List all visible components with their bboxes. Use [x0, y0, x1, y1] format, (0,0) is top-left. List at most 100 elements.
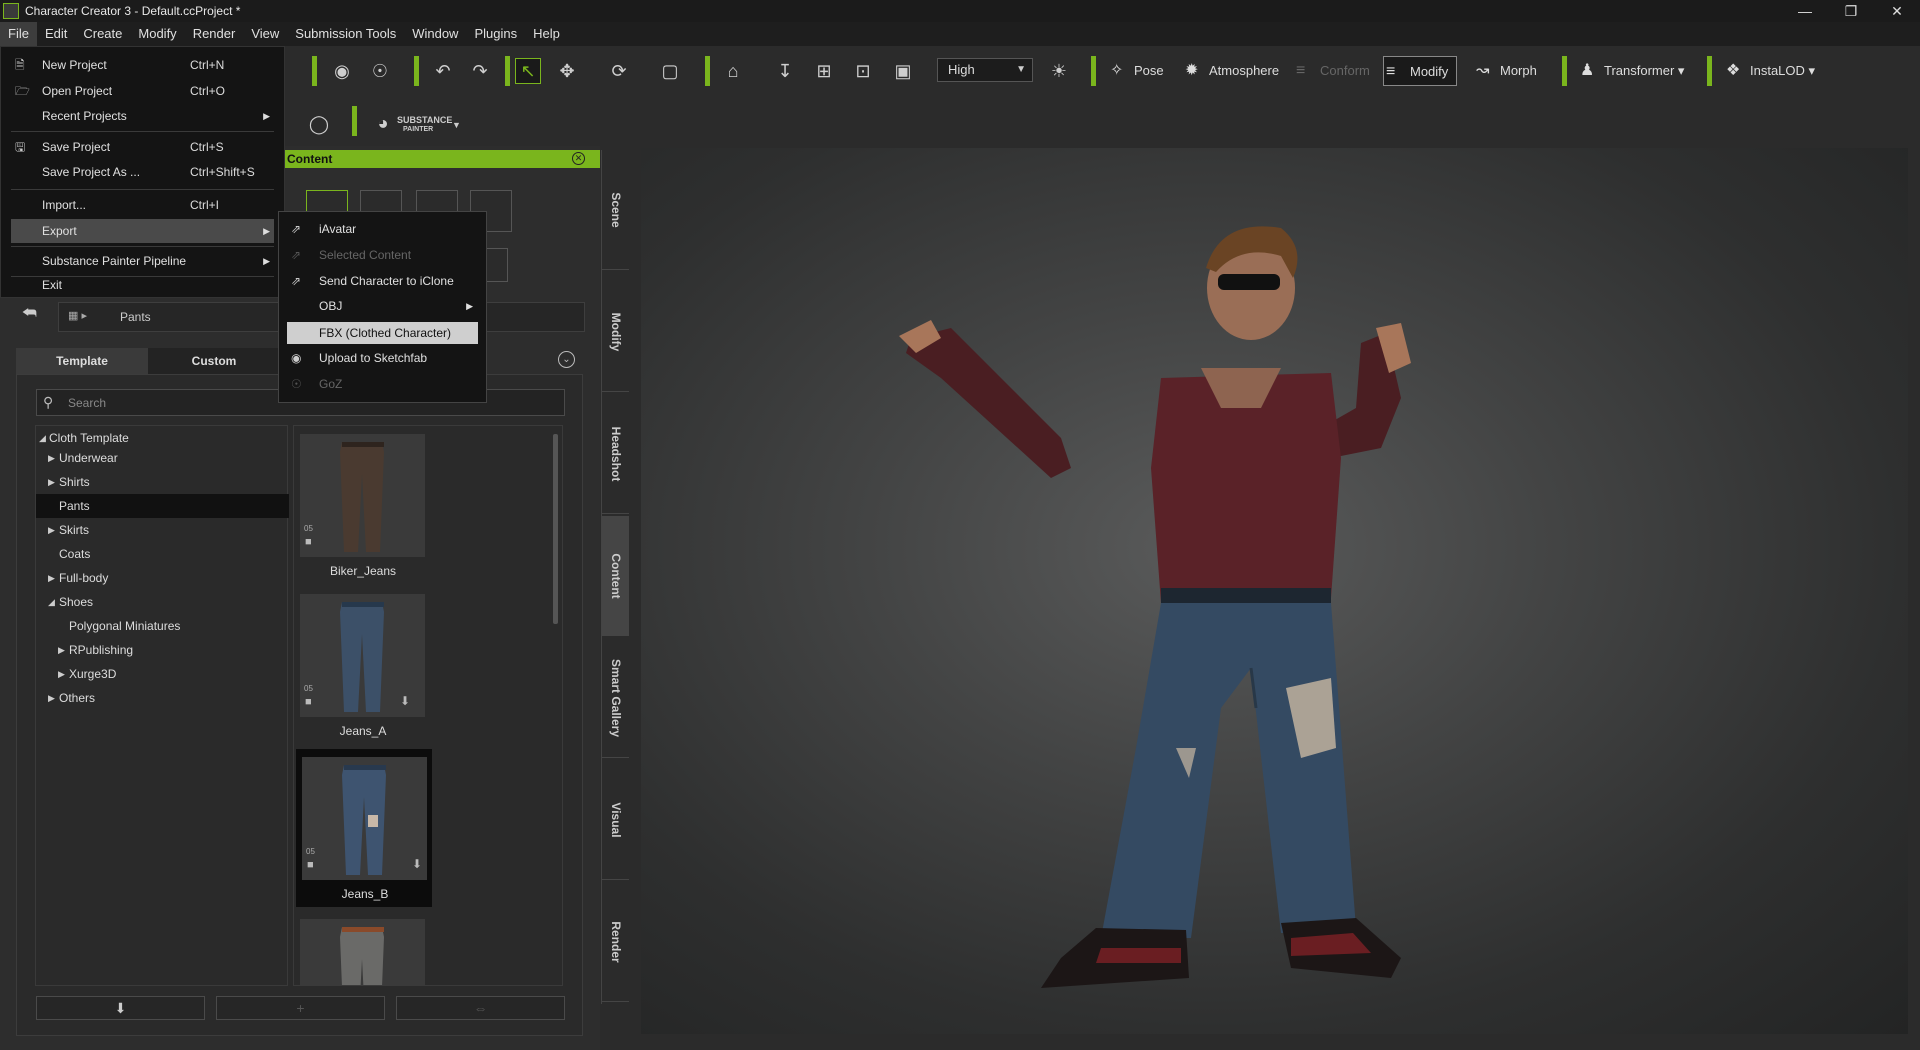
menu-send-to-iclone[interactable]: ⇗ Send Character to iClone — [287, 270, 478, 292]
scale-icon[interactable]: ▢ — [657, 58, 683, 84]
tree-item-shirts[interactable]: ▶ Shirts — [36, 470, 289, 494]
menu-fbx-clothed-character[interactable]: FBX (Clothed Character) — [287, 322, 478, 344]
menu-window[interactable]: Window — [404, 22, 466, 46]
tree-item-full-body[interactable]: ▶ Full-body — [36, 566, 289, 590]
menu-obj[interactable]: OBJ ▶ — [287, 295, 478, 317]
morph-button[interactable]: ↝ Morph — [1474, 56, 1537, 86]
minimize-button[interactable]: — — [1782, 0, 1828, 22]
tab-template[interactable]: Template — [16, 348, 148, 374]
submenu-arrow-icon: ▶ — [263, 111, 270, 121]
menu-separator — [11, 189, 274, 190]
menu-new-project[interactable]: 🗎 New Project Ctrl+N — [1, 53, 284, 77]
menu-export[interactable]: Export ▶ — [11, 219, 274, 243]
tab-custom[interactable]: Custom — [148, 348, 280, 374]
head-icon[interactable]: ◯ — [306, 111, 332, 137]
atmosphere-button[interactable]: ✹ Atmosphere — [1183, 56, 1279, 86]
content-item[interactable]: 05 ■ Biker_Jeans — [294, 426, 425, 586]
tab-modify[interactable]: Modify — [602, 272, 629, 392]
menu-edit[interactable]: Edit — [37, 22, 75, 46]
tree-item-others[interactable]: ▶ Others — [36, 686, 289, 710]
menu-save-project-as[interactable]: Save Project As ... Ctrl+Shift+S — [1, 160, 284, 184]
tree-item-rpublishing[interactable]: ▶ RPublishing — [36, 638, 289, 662]
menu-file[interactable]: File — [0, 22, 37, 46]
apply-button[interactable]: ⬇ — [36, 996, 205, 1020]
close-window-button[interactable]: ✕ — [1874, 0, 1920, 22]
add-button[interactable]: + — [216, 996, 385, 1020]
menu-modify[interactable]: Modify — [130, 22, 184, 46]
walk-icon[interactable]: ☉ — [367, 58, 393, 84]
tree-item-coats[interactable]: Coats — [36, 542, 289, 566]
content-item[interactable]: 05 ■ ⬇ Jeans_A — [294, 586, 425, 746]
download-icon[interactable]: ⬇ — [400, 694, 410, 708]
menu-import[interactable]: Import... Ctrl+I — [1, 193, 284, 217]
tree-item-shoes[interactable]: ◢ Shoes — [36, 590, 289, 614]
focus-icon[interactable]: ⊡ — [850, 58, 876, 84]
modify-button[interactable]: ≡ Modify — [1383, 56, 1458, 86]
tree-item-skirts[interactable]: ▶ Skirts — [36, 518, 289, 542]
menu-open-project[interactable]: 🗁 Open Project Ctrl+O — [1, 79, 284, 103]
light-icon[interactable]: ☀ — [1046, 58, 1072, 84]
export-submenu: ⇗ iAvatar ⇗ Selected Content ⇗ Send Charact… — [278, 211, 487, 403]
atmosphere-label: Atmosphere — [1209, 63, 1280, 78]
tab-render[interactable]: Render — [602, 882, 629, 1002]
close-icon[interactable]: ✕ — [572, 152, 585, 165]
move-icon[interactable]: ✥ — [554, 58, 580, 84]
redo-icon[interactable]: ↷ — [467, 58, 493, 84]
menu-plugins[interactable]: Plugins — [466, 22, 525, 46]
replace-button[interactable]: ⇔ — [396, 996, 565, 1020]
menu-substance-painter-pipeline[interactable]: Substance Painter Pipeline ▶ — [1, 249, 284, 273]
chevron-down-icon[interactable]: ▼ — [452, 120, 461, 130]
tab-visual[interactable]: Visual — [602, 760, 629, 880]
substance-painter-icon[interactable]: ◕ — [370, 110, 396, 136]
menu-selected-content[interactable]: ⇗ Selected Content — [287, 244, 478, 266]
tree-item-pants[interactable]: Pants — [36, 494, 289, 518]
collapsed-icon: ▶ — [48, 525, 55, 535]
tab-label: Smart Gallery — [608, 658, 623, 737]
frame-icon[interactable]: ⊞ — [811, 58, 837, 84]
conform-button[interactable]: ≡ Conform — [1294, 56, 1370, 86]
download-icon[interactable]: ⬇ — [412, 857, 422, 871]
pose-button[interactable]: ✧ Pose — [1108, 56, 1164, 86]
camera-icon[interactable]: ◉ — [329, 58, 355, 84]
shirt-icon: ■ — [307, 859, 314, 871]
menu-help[interactable]: Help — [525, 22, 568, 46]
tab-label: Headshot — [608, 426, 623, 481]
collapse-icon[interactable]: ⌄ — [558, 351, 575, 368]
camera-view-icon[interactable]: ▣ — [890, 58, 916, 84]
tab-headshot[interactable]: Headshot — [602, 394, 629, 514]
home-icon[interactable]: ⌂ — [720, 58, 746, 84]
content-item[interactable] — [294, 911, 425, 985]
back-icon[interactable]: ⮪ — [22, 305, 37, 323]
menu-save-project[interactable]: 🖫 Save Project Ctrl+S — [1, 135, 284, 159]
rotate-icon[interactable]: ⟳ — [606, 58, 632, 84]
substance-painter-button[interactable]: SUBSTANCE PAINTER — [397, 116, 452, 134]
select-icon[interactable]: ↖ — [515, 58, 541, 84]
tab-scene[interactable]: Scene — [602, 150, 629, 270]
menu-create[interactable]: Create — [75, 22, 130, 46]
content-item-selected[interactable]: 05 ■ ⬇ Jeans_B — [296, 749, 432, 907]
tab-smart-gallery[interactable]: Smart Gallery — [602, 638, 629, 758]
tree-item-polygonal-miniatures[interactable]: Polygonal Miniatures — [36, 614, 289, 638]
send-icon: ⇗ — [291, 274, 302, 288]
menu-goz[interactable]: ☉ GoZ — [287, 373, 478, 395]
menu-submission-tools[interactable]: Submission Tools — [287, 22, 404, 46]
3d-viewport[interactable] — [641, 148, 1908, 1034]
restore-button[interactable]: ❐ — [1828, 0, 1874, 22]
menu-iavatar[interactable]: ⇗ iAvatar — [287, 218, 478, 240]
quality-dropdown[interactable]: High ▼ — [937, 58, 1033, 82]
scrollbar[interactable] — [553, 434, 558, 624]
menu-exit[interactable]: Exit — [1, 274, 284, 296]
tab-content[interactable]: Content — [602, 516, 629, 636]
menu-recent-projects[interactable]: Recent Projects ▶ — [1, 104, 284, 128]
menu-render[interactable]: Render — [185, 22, 244, 46]
fit-icon[interactable]: ↧ — [772, 58, 798, 84]
instalod-button[interactable]: ❖ InstaLOD ▾ — [1724, 56, 1815, 86]
menu-view[interactable]: View — [243, 22, 287, 46]
window-title: Character Creator 3 - Default.ccProject … — [25, 4, 241, 18]
tree-item-underwear[interactable]: ▶ Underwear — [36, 446, 289, 470]
transformer-button[interactable]: ♟ Transformer ▾ — [1578, 56, 1684, 86]
menu-upload-to-sketchfab[interactable]: ◉ Upload to Sketchfab — [287, 347, 478, 369]
breadcrumb-item[interactable]: Pants — [120, 310, 151, 324]
undo-icon[interactable]: ↶ — [430, 58, 456, 84]
tree-item-xurge3d[interactable]: ▶ Xurge3D — [36, 662, 289, 686]
